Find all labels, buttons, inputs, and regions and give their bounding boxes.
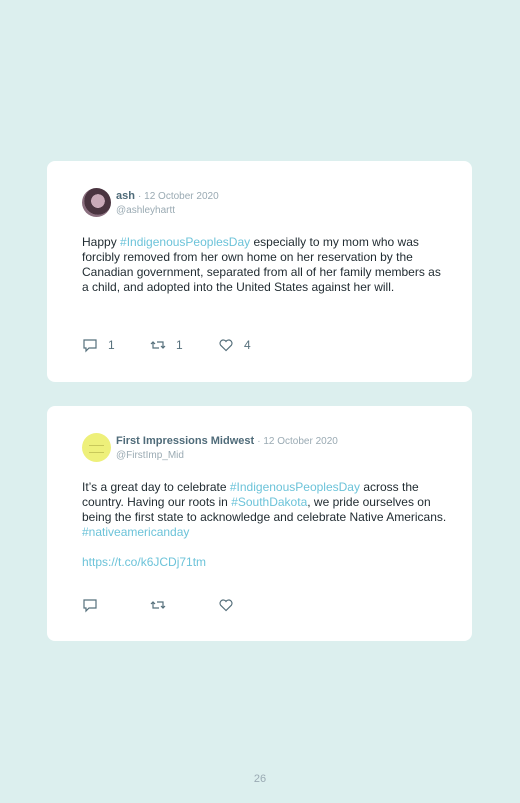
- author-name[interactable]: ash: [116, 190, 135, 202]
- retweet-icon: [150, 601, 166, 609]
- author-handle[interactable]: @ashleyhartt: [116, 204, 219, 218]
- like-button[interactable]: [218, 597, 244, 613]
- tweet-link[interactable]: https://t.co/k6JCDj71tm: [82, 555, 447, 570]
- avatar[interactable]: [82, 433, 111, 462]
- author-name[interactable]: First Impressions Midwest: [116, 435, 254, 447]
- tweet-text: It’s a great day to celebrate #Indigenou…: [82, 480, 447, 570]
- hashtag-link[interactable]: #SouthDakota: [231, 495, 307, 509]
- retweet-icon: [150, 341, 166, 349]
- avatar[interactable]: [82, 188, 111, 217]
- like-button[interactable]: 4: [218, 337, 251, 353]
- logo-lines: [89, 445, 104, 453]
- tweet-card: ash · 12 October 2020 @ashleyhartt Happy…: [47, 161, 472, 382]
- text-segment: Happy: [82, 235, 121, 249]
- tweet-card: First Impressions Midwest · 12 October 2…: [47, 406, 472, 641]
- reply-count: 1: [108, 338, 115, 352]
- author-handle[interactable]: @FirstImp_Mid: [116, 449, 338, 463]
- like-count: 4: [244, 338, 251, 352]
- retweet-button[interactable]: 1: [150, 337, 183, 353]
- speech-bubble-icon: [83, 599, 97, 613]
- tweet-header: ash · 12 October 2020 @ashleyhartt: [116, 189, 219, 218]
- speech-bubble-icon: [83, 339, 97, 353]
- tweet-header: First Impressions Midwest · 12 October 2…: [116, 434, 338, 463]
- page-number: 26: [253, 773, 267, 785]
- tweet-text: Happy #IndigenousPeoplesDay especially t…: [82, 235, 447, 295]
- retweet-count: 1: [176, 338, 183, 352]
- retweet-button[interactable]: [150, 597, 176, 613]
- tweet-date: · 12 October 2020: [138, 191, 219, 202]
- hashtag-link[interactable]: #nativeamericanday: [82, 525, 189, 539]
- text-segment: It’s a great day to celebrate: [82, 480, 230, 494]
- reply-button[interactable]: [82, 597, 108, 613]
- hashtag-link[interactable]: #IndigenousPeoplesDay: [230, 480, 360, 494]
- heart-icon: [219, 339, 233, 352]
- tweet-date: · 12 October 2020: [257, 436, 338, 447]
- heart-icon: [219, 599, 233, 612]
- reply-button[interactable]: 1: [82, 337, 115, 353]
- hashtag-link[interactable]: #IndigenousPeoplesDay: [120, 235, 250, 249]
